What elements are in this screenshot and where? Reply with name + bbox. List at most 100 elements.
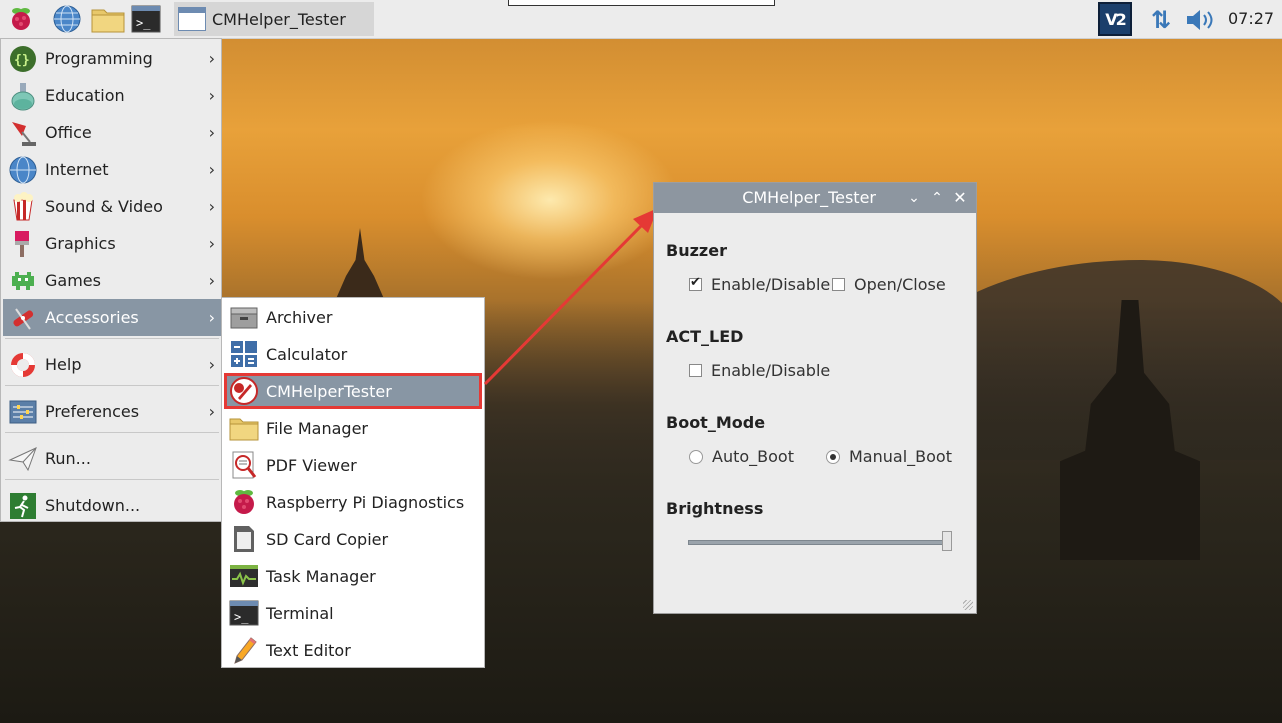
submenu-item-task-manager[interactable]: Task Manager xyxy=(224,558,482,594)
submenu-item-text-editor[interactable]: Text Editor xyxy=(224,632,482,668)
brightness-slider-track[interactable] xyxy=(688,540,948,545)
submenu-item-label: Archiver xyxy=(266,307,333,327)
menu-item-label: Office xyxy=(45,123,92,142)
menu-item-label: Preferences xyxy=(45,402,140,421)
menu-item-label: Games xyxy=(45,271,101,290)
auto-boot-label: Auto_Boot xyxy=(712,447,794,466)
submenu-item-cmhelpertester[interactable]: CMHelperTester xyxy=(224,373,482,409)
chevron-right-icon: › xyxy=(208,86,215,105)
checkbox-unchecked[interactable] xyxy=(689,364,702,377)
vnc-tray-icon[interactable]: V2 xyxy=(1098,2,1132,36)
file-manager-folder-icon[interactable] xyxy=(90,4,126,34)
vnc-label: V2 xyxy=(1105,9,1126,29)
submenu-item-label: File Manager xyxy=(266,418,368,438)
radio-unselected[interactable] xyxy=(689,449,703,464)
chevron-right-icon: › xyxy=(208,160,215,179)
task-manager-graph-icon xyxy=(228,560,260,592)
taskbar-window-button[interactable]: CMHelper_Tester xyxy=(174,2,374,36)
terminal-icon[interactable]: >_ xyxy=(130,4,162,34)
clock[interactable]: 07:27 xyxy=(1228,0,1274,38)
maximize-chevron-up-icon[interactable]: ⌃ xyxy=(927,188,947,208)
radio-selected[interactable] xyxy=(826,449,840,464)
office-lamp-icon xyxy=(7,117,39,149)
submenu-item-file-manager[interactable]: File Manager xyxy=(224,410,482,446)
submenu-item-label: PDF Viewer xyxy=(266,455,357,475)
wallpaper-sun xyxy=(420,120,680,280)
panel-search-box[interactable] xyxy=(508,0,775,6)
resize-grip-icon[interactable] xyxy=(963,600,973,610)
auto-boot-radio[interactable]: Auto_Boot xyxy=(689,447,794,466)
network-arrows-icon[interactable]: ⇅ xyxy=(1146,6,1176,34)
menu-item-label: Sound & Video xyxy=(45,197,163,216)
taskbar: >_ CMHelper_Tester V2 ⇅ 07:27 xyxy=(0,0,1282,39)
menu-item-accessories[interactable]: Accessories › xyxy=(3,299,221,336)
popcorn-icon xyxy=(7,191,39,223)
wallpaper-stupa xyxy=(332,228,388,308)
exit-man-icon xyxy=(7,490,39,522)
raspberry-menu-icon[interactable] xyxy=(6,4,36,34)
submenu-item-label: Task Manager xyxy=(266,566,376,586)
volume-icon[interactable] xyxy=(1184,6,1216,34)
menu-item-education[interactable]: Education › xyxy=(3,77,221,114)
cmhelper-app-icon xyxy=(228,375,260,407)
buzzer-open-checkbox[interactable]: Open/Close xyxy=(832,275,946,294)
sd-card-icon xyxy=(228,523,260,555)
web-browser-globe-icon[interactable] xyxy=(52,4,82,34)
education-flask-icon xyxy=(7,80,39,112)
submenu-item-calculator[interactable]: Calculator xyxy=(224,336,482,372)
chevron-right-icon: › xyxy=(208,402,215,421)
swiss-knife-icon xyxy=(7,302,39,334)
space-invader-icon xyxy=(7,265,39,297)
menu-item-help[interactable]: Help › xyxy=(3,346,221,383)
buzzer-enable-label: Enable/Disable xyxy=(711,275,831,294)
taskbar-window-title: CMHelper_Tester xyxy=(212,9,346,29)
checkbox-unchecked[interactable] xyxy=(832,278,845,291)
svg-text:>_: >_ xyxy=(234,610,249,624)
submenu-item-terminal[interactable]: >_ Terminal xyxy=(224,595,482,631)
buzzer-open-label: Open/Close xyxy=(854,275,946,294)
paper-plane-icon xyxy=(7,443,39,475)
minimize-chevron-down-icon[interactable]: ⌄ xyxy=(904,188,924,208)
submenu-item-pdf-viewer[interactable]: PDF Viewer xyxy=(224,447,482,483)
submenu-item-rpi-diagnostics[interactable]: Raspberry Pi Diagnostics xyxy=(224,484,482,520)
window-icon xyxy=(178,7,206,31)
paintbrush-icon xyxy=(7,228,39,260)
submenu-item-archiver[interactable]: Archiver xyxy=(224,299,482,335)
close-icon[interactable]: ✕ xyxy=(950,188,970,208)
chevron-right-icon: › xyxy=(208,49,215,68)
menu-item-games[interactable]: Games › xyxy=(3,262,221,299)
menu-item-label: Shutdown... xyxy=(45,496,141,515)
checkbox-checked[interactable] xyxy=(689,275,702,291)
menu-item-sound-video[interactable]: Sound & Video › xyxy=(3,188,221,225)
lifebuoy-icon xyxy=(7,349,39,381)
brightness-slider-handle[interactable] xyxy=(942,531,952,551)
window-title-bar[interactable]: CMHelper_Tester ⌄ ⌃ ✕ xyxy=(654,183,976,213)
buzzer-enable-checkbox[interactable]: Enable/Disable xyxy=(689,275,830,294)
submenu-item-sd-card-copier[interactable]: SD Card Copier xyxy=(224,521,482,557)
menu-item-run[interactable]: Run... xyxy=(3,440,221,477)
svg-text:>_: >_ xyxy=(136,16,151,30)
menu-item-label: Internet xyxy=(45,160,109,179)
submenu-item-label: Raspberry Pi Diagnostics xyxy=(266,492,465,512)
chevron-right-icon: › xyxy=(208,234,215,253)
globe-icon xyxy=(7,154,39,186)
act-led-enable-checkbox[interactable]: Enable/Disable xyxy=(689,361,830,380)
pdf-magnifier-icon xyxy=(228,449,260,481)
menu-item-programming[interactable]: {} Programming › xyxy=(3,40,221,77)
chevron-right-icon: › xyxy=(208,355,215,374)
chevron-right-icon: › xyxy=(208,123,215,142)
menu-item-office[interactable]: Office › xyxy=(3,114,221,151)
manual-boot-label: Manual_Boot xyxy=(849,447,952,466)
menu-item-graphics[interactable]: Graphics › xyxy=(3,225,221,262)
menu-item-label: Graphics xyxy=(45,234,116,253)
menu-separator xyxy=(5,479,219,480)
submenu-item-label: Calculator xyxy=(266,344,348,364)
act-led-heading: ACT_LED xyxy=(666,327,744,346)
menu-item-internet[interactable]: Internet › xyxy=(3,151,221,188)
folder-icon xyxy=(228,412,260,444)
menu-item-preferences[interactable]: Preferences › xyxy=(3,393,221,430)
svg-text:{}: {} xyxy=(14,53,30,68)
manual-boot-radio[interactable]: Manual_Boot xyxy=(826,447,952,466)
terminal-icon: >_ xyxy=(228,597,260,629)
menu-item-shutdown[interactable]: Shutdown... xyxy=(3,487,221,524)
